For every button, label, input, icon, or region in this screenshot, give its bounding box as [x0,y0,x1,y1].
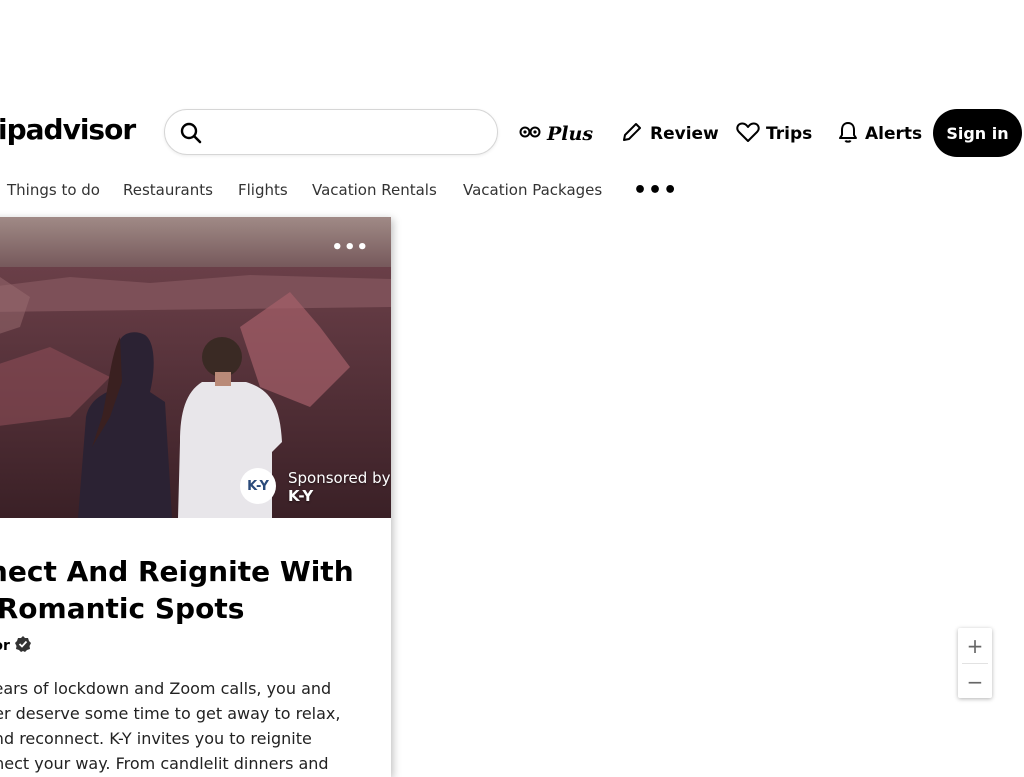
article-hero-image: ••• K-Y Sponsored by K-Y [0,217,391,518]
nav-item-things-to-do[interactable]: Things to do [7,181,100,199]
search-box[interactable] [164,109,498,155]
excerpt-line: and reconnect. K-Y invites you to reigni… [0,729,312,748]
sponsor-name: K-Y [288,487,314,505]
verified-badge-icon [14,635,32,657]
zoom-out-button[interactable]: − [958,664,992,699]
nav-item-restaurants[interactable]: Restaurants [123,181,213,199]
card-more-icon[interactable]: ••• [331,239,369,257]
article-excerpt: years of lockdown and Zoom calls, you an… [0,676,356,776]
excerpt-line: nnect your way. From candlelit dinners a… [0,754,329,773]
review-link[interactable]: Review [620,120,719,148]
tripadvisor-logo[interactable]: ipadvisor [0,113,136,146]
nav-item-vacation-packages[interactable]: Vacation Packages [463,181,602,199]
sign-in-button[interactable]: Sign in [933,109,1022,157]
search-icon [179,121,203,149]
plus-link[interactable]: Plus [519,120,593,148]
article-title[interactable]: nnect And Reignite With e Romantic Spots [0,553,388,627]
review-label: Review [650,124,719,144]
sponsor-info: Sponsored by K-Y [288,469,390,505]
map-zoom-controls: + − [958,628,992,698]
sponsored-by-label: Sponsored by [288,469,391,487]
excerpt-line: her deserve some time to get away to rel… [0,704,341,723]
nav-more-button[interactable]: ••• [633,180,678,202]
sponsored-article-card[interactable]: ••• K-Y Sponsored by K-Y nnect And Reign… [0,217,391,777]
search-input[interactable] [213,119,487,145]
author-name: sor [0,638,10,654]
alerts-label: Alerts [865,124,923,144]
trips-label: Trips [766,124,813,144]
zoom-in-button[interactable]: + [958,628,992,663]
article-title-line: nnect And Reignite With [0,555,354,588]
article-title-line: e Romantic Spots [0,592,245,625]
alerts-link[interactable]: Alerts [837,120,922,148]
trips-link[interactable]: Trips [736,120,812,148]
heart-icon [736,121,760,148]
nav-item-vacation-rentals[interactable]: Vacation Rentals [312,181,437,199]
bell-icon [837,120,859,149]
plus-label: Plus [547,123,594,145]
excerpt-line: years of lockdown and Zoom calls, you an… [0,679,332,698]
nav-item-flights[interactable]: Flights [238,181,288,199]
article-author[interactable]: sor [0,635,32,657]
owl-eyes-icon [519,124,541,144]
sponsor-logo: K-Y [240,468,276,504]
pencil-icon [620,120,644,149]
